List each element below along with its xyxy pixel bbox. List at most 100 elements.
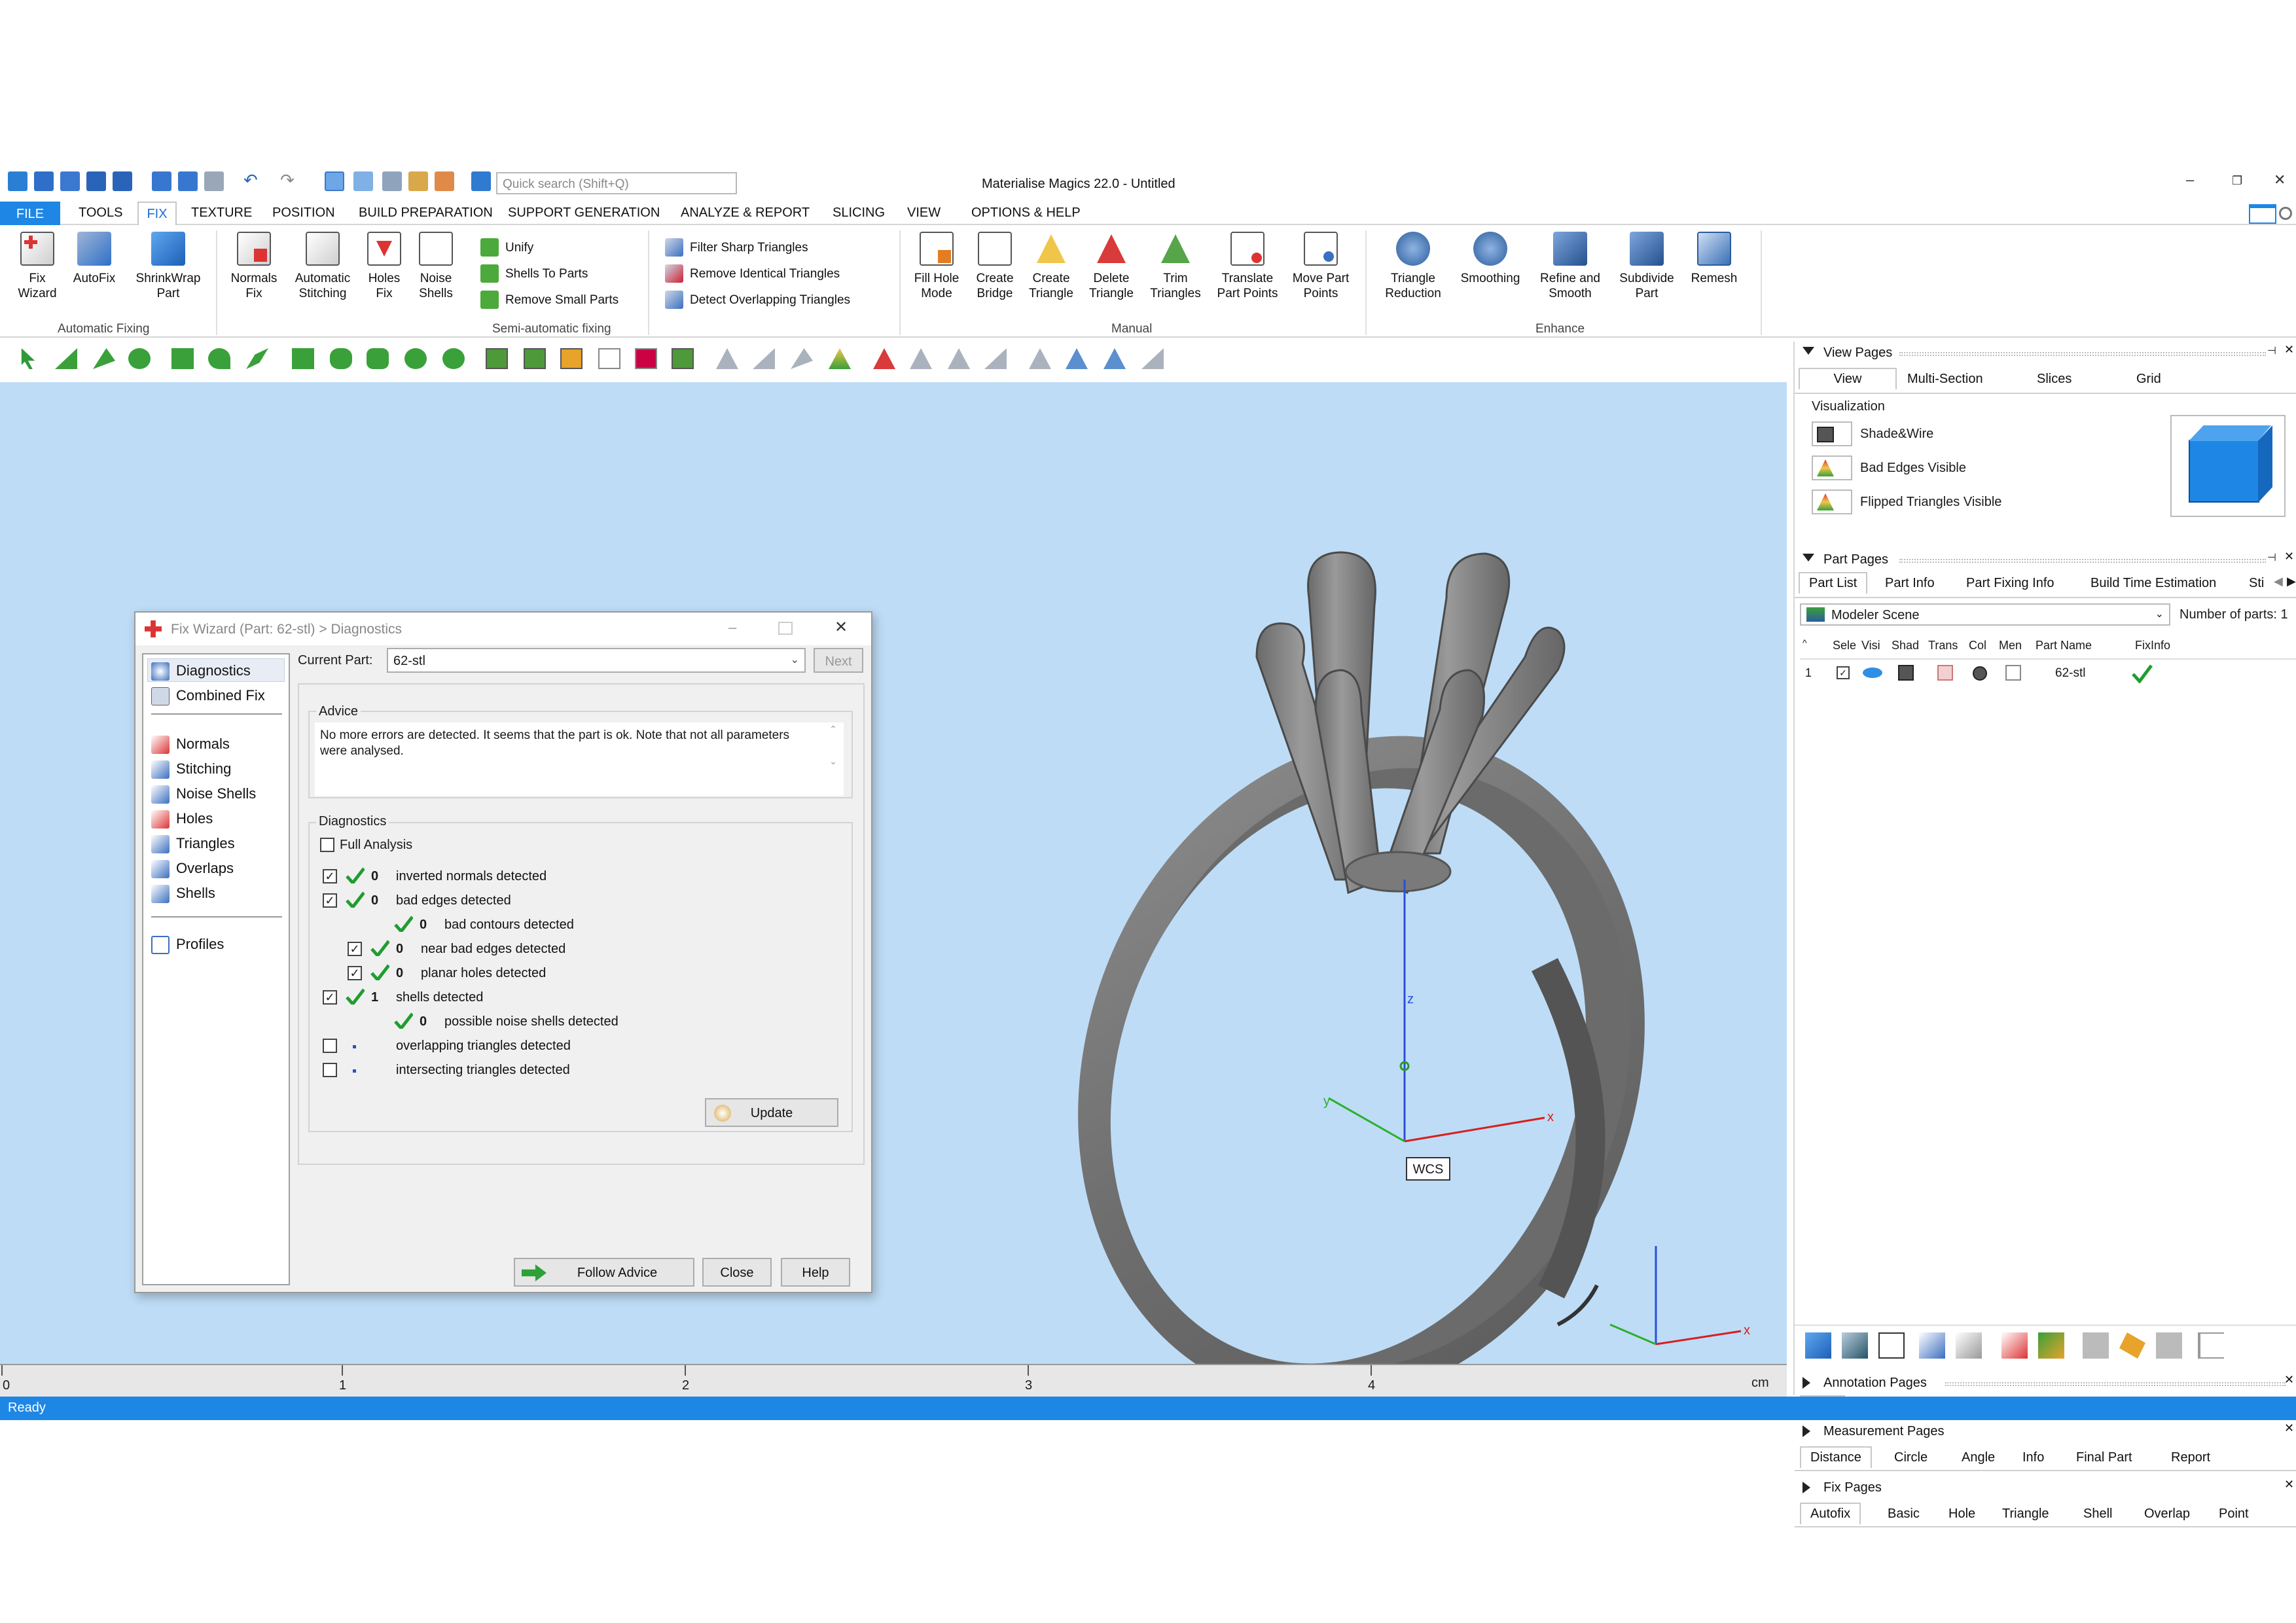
color-parts-icon[interactable] (2038, 1332, 2064, 1359)
mark-lasso-icon[interactable] (330, 348, 352, 369)
diagnostic-checkbox[interactable]: ✓ (323, 893, 337, 908)
diagnostic-checkbox[interactable] (323, 1063, 337, 1077)
menu-texture[interactable]: TEXTURE (191, 205, 252, 221)
noise-shells-button[interactable]: Noise Shells (411, 232, 461, 301)
tab-circle[interactable]: Circle (1894, 1450, 1928, 1465)
menu-fix[interactable]: FIX (137, 202, 177, 225)
select-parts-icon[interactable] (1878, 1332, 1905, 1359)
mark-shell-icon[interactable] (171, 348, 194, 369)
col-sele[interactable]: Sele (1833, 639, 1856, 652)
menu-analyze-report[interactable]: ANALYZE & REPORT (681, 205, 810, 221)
view-cube[interactable] (2170, 415, 2286, 517)
quick-search-input[interactable]: Quick search (Shift+Q) (496, 172, 737, 194)
part-select-checkbox[interactable]: ✓ (1837, 666, 1850, 679)
col-shad[interactable]: Shad (1892, 639, 1919, 652)
tab-autofix[interactable]: Autofix (1800, 1503, 1861, 1524)
col-visi[interactable]: Visi (1861, 639, 1880, 652)
menu-support-generation[interactable]: SUPPORT GENERATION (508, 205, 660, 221)
nav-triangles[interactable]: Triangles (151, 835, 235, 853)
smoothing-button[interactable]: Smoothing (1454, 232, 1526, 286)
list-options-icon[interactable] (2198, 1332, 2224, 1359)
memory-icon[interactable] (2005, 665, 2021, 681)
copy-marked-icon[interactable] (1029, 348, 1051, 369)
tab-hole[interactable]: Hole (1948, 1507, 1975, 1522)
extrude-icon[interactable] (1066, 348, 1088, 369)
tabs-scroll-right-icon[interactable]: ▶ (2287, 575, 2296, 588)
advice-scrollbar[interactable]: ⌃ ⌄ (827, 724, 840, 789)
flipped-triangles-dropdown[interactable] (1812, 490, 1852, 514)
diagnostic-checkbox[interactable]: ✓ (348, 966, 362, 980)
pin-icon[interactable]: ⊣ (2267, 344, 2276, 357)
app-logo-icon[interactable] (8, 171, 27, 191)
offset-icon[interactable] (1103, 348, 1126, 369)
panel-close-icon[interactable]: ✕ (2284, 1478, 2294, 1491)
label-icon[interactable] (2119, 1332, 2145, 1359)
pointer-icon[interactable] (21, 348, 35, 369)
mark-cylinder-icon[interactable] (246, 348, 268, 369)
hide-marked-icon[interactable] (910, 348, 932, 369)
import-part-icon[interactable] (152, 171, 171, 191)
create-bridge-button[interactable]: Create Bridge (969, 232, 1021, 301)
sort-icon[interactable]: ^ (1803, 637, 1807, 648)
mark-window-icon[interactable] (292, 348, 314, 369)
fill-hole-mode-button[interactable]: Fill Hole Mode (907, 232, 966, 301)
restore-button[interactable]: ❐ (2232, 174, 2242, 188)
menu-options-help[interactable]: OPTIONS & HELP (971, 205, 1081, 221)
shrinkwrap-part-button[interactable]: ShrinkWrap Part (126, 232, 211, 301)
diagnostic-checkbox[interactable]: ✓ (323, 869, 337, 883)
col-men[interactable]: Men (1999, 639, 2022, 652)
nav-normals[interactable]: Normals (151, 736, 230, 754)
delete-triangle-button[interactable]: Delete Triangle (1083, 232, 1140, 301)
tab-basic[interactable]: Basic (1888, 1507, 1920, 1522)
dialog-maximize-button[interactable] (778, 622, 793, 635)
nav-profiles[interactable]: Profiles (151, 936, 224, 954)
undo-icon[interactable]: ↶ (243, 171, 263, 191)
separate-marked-icon[interactable] (984, 348, 1007, 369)
diagnostic-checkbox[interactable]: ✓ (348, 942, 362, 956)
nav-stitching[interactable]: Stitching (151, 760, 231, 779)
dialog-close-button[interactable]: ✕ (834, 618, 848, 637)
pin-icon[interactable]: ⊣ (2267, 551, 2276, 564)
fix-pages-header[interactable]: Fix Pages ✕ (1795, 1476, 2296, 1499)
filter-sharp-triangles-button[interactable]: Filter Sharp Triangles (665, 238, 808, 257)
tab-sti[interactable]: Sti (2249, 576, 2264, 591)
tab-angle[interactable]: Angle (1962, 1450, 1995, 1465)
refine-and-smooth-button[interactable]: Refine and Smooth (1532, 232, 1609, 301)
surface-mode-icon[interactable] (791, 348, 813, 369)
load-parts-icon[interactable] (1842, 1332, 1868, 1359)
view-pages-header[interactable]: View Pages ⊣ ✕ (1795, 342, 2296, 364)
nav-holes[interactable]: Holes (151, 810, 213, 829)
tab-distance[interactable]: Distance (1800, 1446, 1872, 1468)
save-as-icon[interactable] (113, 171, 132, 191)
update-button[interactable]: Update (705, 1098, 838, 1127)
shells-to-parts-button[interactable]: Shells To Parts (480, 264, 588, 283)
show-marked-icon[interactable] (948, 348, 970, 369)
menu-file[interactable]: FILE (0, 202, 60, 225)
help-gear-icon[interactable] (2279, 207, 2292, 220)
annotation-pages-header[interactable]: Annotation Pages ✕ (1795, 1372, 2296, 1394)
panel-close-icon[interactable]: ✕ (2284, 550, 2294, 563)
delete-marked-icon[interactable] (873, 348, 895, 369)
mark-part-icon[interactable] (486, 348, 508, 369)
menu-slicing[interactable]: SLICING (833, 205, 885, 221)
transparency-icon[interactable] (1937, 665, 1953, 681)
tab-view[interactable]: View (1799, 368, 1897, 389)
fix-wizard-button[interactable]: Fix Wizard (8, 232, 67, 301)
move-part-points-button[interactable]: Move Part Points (1287, 232, 1355, 301)
unload-icon[interactable] (2001, 1332, 2028, 1359)
shell-mode-icon[interactable] (829, 348, 851, 369)
part-pages-header[interactable]: Part Pages ⊣ ✕ (1795, 548, 2296, 571)
normals-fix-button[interactable]: Normals Fix (224, 232, 284, 301)
tab-report[interactable]: Report (2171, 1450, 2210, 1465)
triangle-mode-icon[interactable] (716, 348, 738, 369)
col-fixinfo[interactable]: FixInfo (2135, 639, 2170, 652)
nav-shells[interactable]: Shells (151, 885, 215, 903)
mark-surface-icon[interactable] (128, 348, 151, 369)
tab-final-part[interactable]: Final Part (2076, 1450, 2132, 1465)
tab-part-list[interactable]: Part List (1799, 572, 1868, 594)
tab-build-time-estimation[interactable]: Build Time Estimation (2090, 576, 2216, 591)
duplicate-icon[interactable] (1919, 1332, 1945, 1359)
mark-contour-icon[interactable] (208, 348, 230, 369)
autofix-button[interactable]: AutoFix (65, 232, 123, 286)
tab-part-info[interactable]: Part Info (1885, 576, 1935, 591)
